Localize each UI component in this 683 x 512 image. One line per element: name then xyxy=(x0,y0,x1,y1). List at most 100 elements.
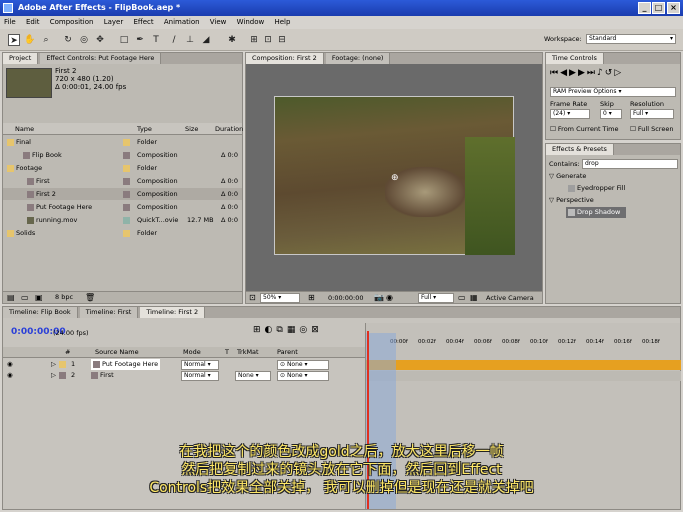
selection-tool-icon[interactable]: ➤ xyxy=(8,34,20,46)
project-row[interactable]: Final Folder xyxy=(3,136,242,148)
eraser-tool-icon[interactable]: ◢ xyxy=(200,34,212,46)
region-of-interest-icon[interactable]: ▭ xyxy=(458,292,466,304)
effects-search-input[interactable]: drop xyxy=(582,159,678,169)
layer-bar-1[interactable] xyxy=(366,360,681,370)
motion-blur-icon[interactable]: ◎ xyxy=(299,325,311,335)
from-current-checkbox[interactable]: ☐ From Current Time xyxy=(550,125,618,133)
new-folder-icon[interactable]: ▭ xyxy=(21,293,29,302)
layer-mode-select[interactable]: Normal ▾ xyxy=(181,360,219,370)
project-row[interactable]: Solids Folder xyxy=(3,227,242,239)
menu-layer[interactable]: Layer xyxy=(104,18,124,26)
play-icon[interactable]: ▶ xyxy=(569,68,578,78)
puppet-pin-icon[interactable]: ✱ xyxy=(226,34,238,46)
minimize-button[interactable]: _ xyxy=(638,2,651,14)
zoom-select[interactable]: 50% ▾ xyxy=(260,293,300,303)
column-duration[interactable]: Duration xyxy=(215,123,243,135)
project-row[interactable]: Flip Book Composition Δ 0:0 xyxy=(3,149,242,161)
column-trkmat[interactable]: TrkMat xyxy=(237,347,259,358)
orbit-camera-icon[interactable]: ◎ xyxy=(78,34,90,46)
menu-help[interactable]: Help xyxy=(274,18,290,26)
full-screen-checkbox[interactable]: ☐ Full Screen xyxy=(630,125,673,133)
zoom-tool-icon[interactable]: ⌕ xyxy=(40,34,52,46)
anchor-point-icon[interactable]: ⊕ xyxy=(391,173,399,183)
tab-timeline-first-2[interactable]: Timeline: First 2 xyxy=(140,307,206,318)
layer-bar-2[interactable] xyxy=(366,371,681,381)
comp-flowchart-icon[interactable]: ⊞ xyxy=(253,325,265,335)
trash-icon[interactable]: 🗑 xyxy=(85,293,95,302)
layer-row[interactable]: ◉ ▷ 2 First Normal ▾ None ▾ ⊙ None ▾ xyxy=(3,370,365,381)
menu-animation[interactable]: Animation xyxy=(164,18,200,26)
ram-preview-icon[interactable]: ▷ xyxy=(614,68,623,78)
time-ruler[interactable]: 00:00f 00:02f 00:04f 00:06f 00:08f 00:10… xyxy=(366,331,681,355)
menu-edit[interactable]: Edit xyxy=(26,18,40,26)
menu-composition[interactable]: Composition xyxy=(50,18,94,26)
layer-mode-select[interactable]: Normal ▾ xyxy=(181,371,219,381)
next-frame-icon[interactable]: ▶ xyxy=(578,68,587,78)
tab-timeline-flip-book[interactable]: Timeline: Flip Book xyxy=(3,307,78,318)
transparency-grid-icon[interactable]: ▦ xyxy=(470,292,478,304)
draft-3d-icon[interactable]: ⧉ xyxy=(276,325,286,335)
live-update-icon[interactable]: ◐ xyxy=(265,325,277,335)
ram-preview-select[interactable]: RAM Preview Options ▾ xyxy=(550,87,676,97)
layer-trkmat-select[interactable]: None ▾ xyxy=(235,371,271,381)
skip-select[interactable]: 0 ▾ xyxy=(600,109,622,119)
column-source-name[interactable]: Source Name xyxy=(95,347,139,358)
visibility-eye-icon[interactable]: ◉ xyxy=(7,359,13,370)
project-row[interactable]: First 2 Composition Δ 0:0 xyxy=(3,188,242,200)
project-row[interactable]: Put Footage Here Composition Δ 0:0 xyxy=(3,201,242,213)
effect-item-drop-shadow[interactable]: Drop Shadow xyxy=(566,207,626,218)
bpc-button[interactable]: 8 bpc xyxy=(55,293,73,301)
hand-tool-icon[interactable]: ✋ xyxy=(24,34,36,46)
effect-item-eyedropper-fill[interactable]: Eyedropper Fill xyxy=(568,184,625,192)
column-type[interactable]: Type xyxy=(137,123,152,135)
comp-viewer-frame[interactable]: ⊕ xyxy=(274,96,515,255)
prev-frame-icon[interactable]: ◀ xyxy=(560,68,569,78)
column-mode[interactable]: Mode xyxy=(183,347,201,358)
menu-view[interactable]: View xyxy=(210,18,227,26)
column-name[interactable]: Name xyxy=(15,123,34,135)
pen-tool-icon[interactable]: ✒ xyxy=(134,34,146,46)
project-row[interactable]: running.mov QuickT...ovie 12.7 MB Δ 0:0 xyxy=(3,214,242,226)
layer-name[interactable]: Put Footage Here xyxy=(91,359,161,370)
loop-icon[interactable]: ↺ xyxy=(605,68,615,78)
menu-window[interactable]: Window xyxy=(237,18,265,26)
column-size[interactable]: Size xyxy=(185,123,198,135)
layer-parent-select[interactable]: ⊙ None ▾ xyxy=(277,371,329,381)
tab-composition[interactable]: Composition: First 2 xyxy=(246,53,324,64)
axis-local-icon[interactable]: ⊞ xyxy=(248,34,260,46)
frame-rate-select[interactable]: (24) ▾ xyxy=(550,109,590,119)
effect-group-perspective[interactable]: ▽ Perspective xyxy=(549,196,594,204)
last-frame-icon[interactable]: ⏭ xyxy=(587,68,597,78)
rectangle-mask-icon[interactable]: □ xyxy=(118,34,130,46)
axis-view-icon[interactable]: ⊟ xyxy=(276,34,288,46)
frame-blending-icon[interactable]: ▦ xyxy=(287,325,300,335)
tab-timeline-first[interactable]: Timeline: First xyxy=(79,307,139,318)
current-time[interactable]: 0:00:00:00 xyxy=(328,292,364,304)
project-row[interactable]: Footage Folder xyxy=(3,162,242,174)
layer-expand-icon[interactable]: ▷ xyxy=(51,359,56,370)
always-preview-icon[interactable]: ⊡ xyxy=(249,292,256,304)
rotate-tool-icon[interactable]: ↻ xyxy=(62,34,74,46)
column-parent[interactable]: Parent xyxy=(277,347,298,358)
tab-time-controls[interactable]: Time Controls xyxy=(546,53,604,64)
effect-group-generate[interactable]: ▽ Generate xyxy=(549,172,586,180)
brush-tool-icon[interactable]: / xyxy=(168,34,180,46)
text-tool-icon[interactable]: T xyxy=(150,34,162,46)
resolution-select[interactable]: Full ▾ xyxy=(418,293,454,303)
camera-select[interactable]: Active Camera xyxy=(486,292,534,304)
menu-file[interactable]: File xyxy=(4,18,16,26)
interpret-footage-icon[interactable]: ▤ xyxy=(7,293,15,302)
workspace-select[interactable]: Standard ▾ xyxy=(586,34,676,44)
resolution-preview-select[interactable]: Full ▾ xyxy=(630,109,674,119)
first-frame-icon[interactable]: ⏮ xyxy=(550,68,560,78)
tab-project[interactable]: Project xyxy=(3,53,39,64)
menu-effect[interactable]: Effect xyxy=(133,18,153,26)
new-comp-icon[interactable]: ▣ xyxy=(35,293,43,302)
tab-footage[interactable]: Footage: (none) xyxy=(325,53,391,64)
layer-expand-icon[interactable]: ▷ xyxy=(51,370,56,381)
audio-icon[interactable]: ♪ xyxy=(597,68,605,78)
project-row[interactable]: First Composition Δ 0:0 xyxy=(3,175,242,187)
maximize-button[interactable]: □ xyxy=(652,2,665,14)
show-channel-icon[interactable]: ◉ xyxy=(386,292,393,304)
close-button[interactable]: × xyxy=(667,2,680,14)
